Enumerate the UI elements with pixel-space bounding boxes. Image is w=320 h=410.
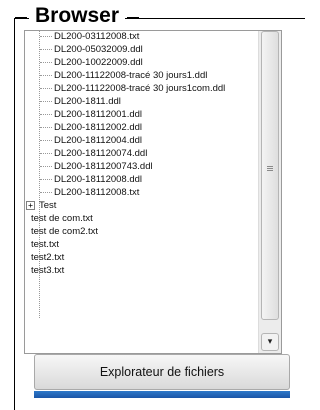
tree-item-label: test2.txt xyxy=(31,252,65,263)
file-explorer-button[interactable]: Explorateur de fichiers xyxy=(34,354,290,390)
tree-connector xyxy=(40,36,52,37)
tree-connector xyxy=(40,153,52,154)
tree-item-label: DL200-1811200743.ddl xyxy=(54,161,153,172)
frame-left-border xyxy=(14,18,15,410)
tree-connector xyxy=(40,88,52,89)
file-tree[interactable]: DL200-03112008.txt DL200-05032009.ddl DL… xyxy=(25,31,258,353)
tree-item-label: DL200-1811.ddl xyxy=(54,96,121,107)
tree-item-label: test de com.txt xyxy=(31,213,93,224)
tree-item-label: DL200-11122008-tracé 30 jours1.ddl xyxy=(54,70,208,81)
tree-item-label: test.txt xyxy=(31,239,59,250)
tree-connector xyxy=(40,49,52,50)
scroll-down-button[interactable]: ▾ xyxy=(261,333,279,351)
tree-connector xyxy=(40,140,52,141)
scrollbar-thumb[interactable] xyxy=(261,31,279,320)
accent-strip xyxy=(34,391,290,398)
tree-item-label: DL200-18112001.ddl xyxy=(54,109,143,120)
tree-connector xyxy=(40,179,52,180)
tree-connector xyxy=(40,101,52,102)
tree-item-label: DL200-05032009.ddl xyxy=(54,44,143,55)
tree-connector xyxy=(40,75,52,76)
tree-folder-label: Test xyxy=(39,200,57,211)
tree-item-label: DL200-11122008-tracé 30 jours1com.ddl xyxy=(54,83,226,94)
tree-item-label: DL200-18112004.ddl xyxy=(54,135,143,146)
tree-item-label: DL200-18112008.txt xyxy=(54,187,140,198)
tree-connector xyxy=(40,192,52,193)
tree-connector xyxy=(40,127,52,128)
tree-item-label: test de com2.txt xyxy=(31,226,99,237)
tree-connector xyxy=(40,62,52,63)
expand-plus-icon[interactable]: + xyxy=(26,201,35,210)
file-tree-panel[interactable]: DL200-03112008.txt DL200-05032009.ddl DL… xyxy=(24,30,282,354)
tree-connector xyxy=(40,166,52,167)
tree-item-label: DL200-03112008.txt xyxy=(54,31,140,42)
tree-item-label: test3.txt xyxy=(31,265,65,276)
tree-item-label: DL200-181120074.ddl xyxy=(54,148,148,159)
tree-item-label: DL200-10022009.ddl xyxy=(54,57,143,68)
vertical-scrollbar[interactable]: ▾ xyxy=(258,31,281,353)
tree-item-label: DL200-18112002.ddl xyxy=(54,122,143,133)
tree-connector xyxy=(40,114,52,115)
tree-item-label: DL200-18112008.ddl xyxy=(54,174,143,185)
browser-title: Browser xyxy=(14,3,140,29)
grip-icon xyxy=(267,166,273,171)
